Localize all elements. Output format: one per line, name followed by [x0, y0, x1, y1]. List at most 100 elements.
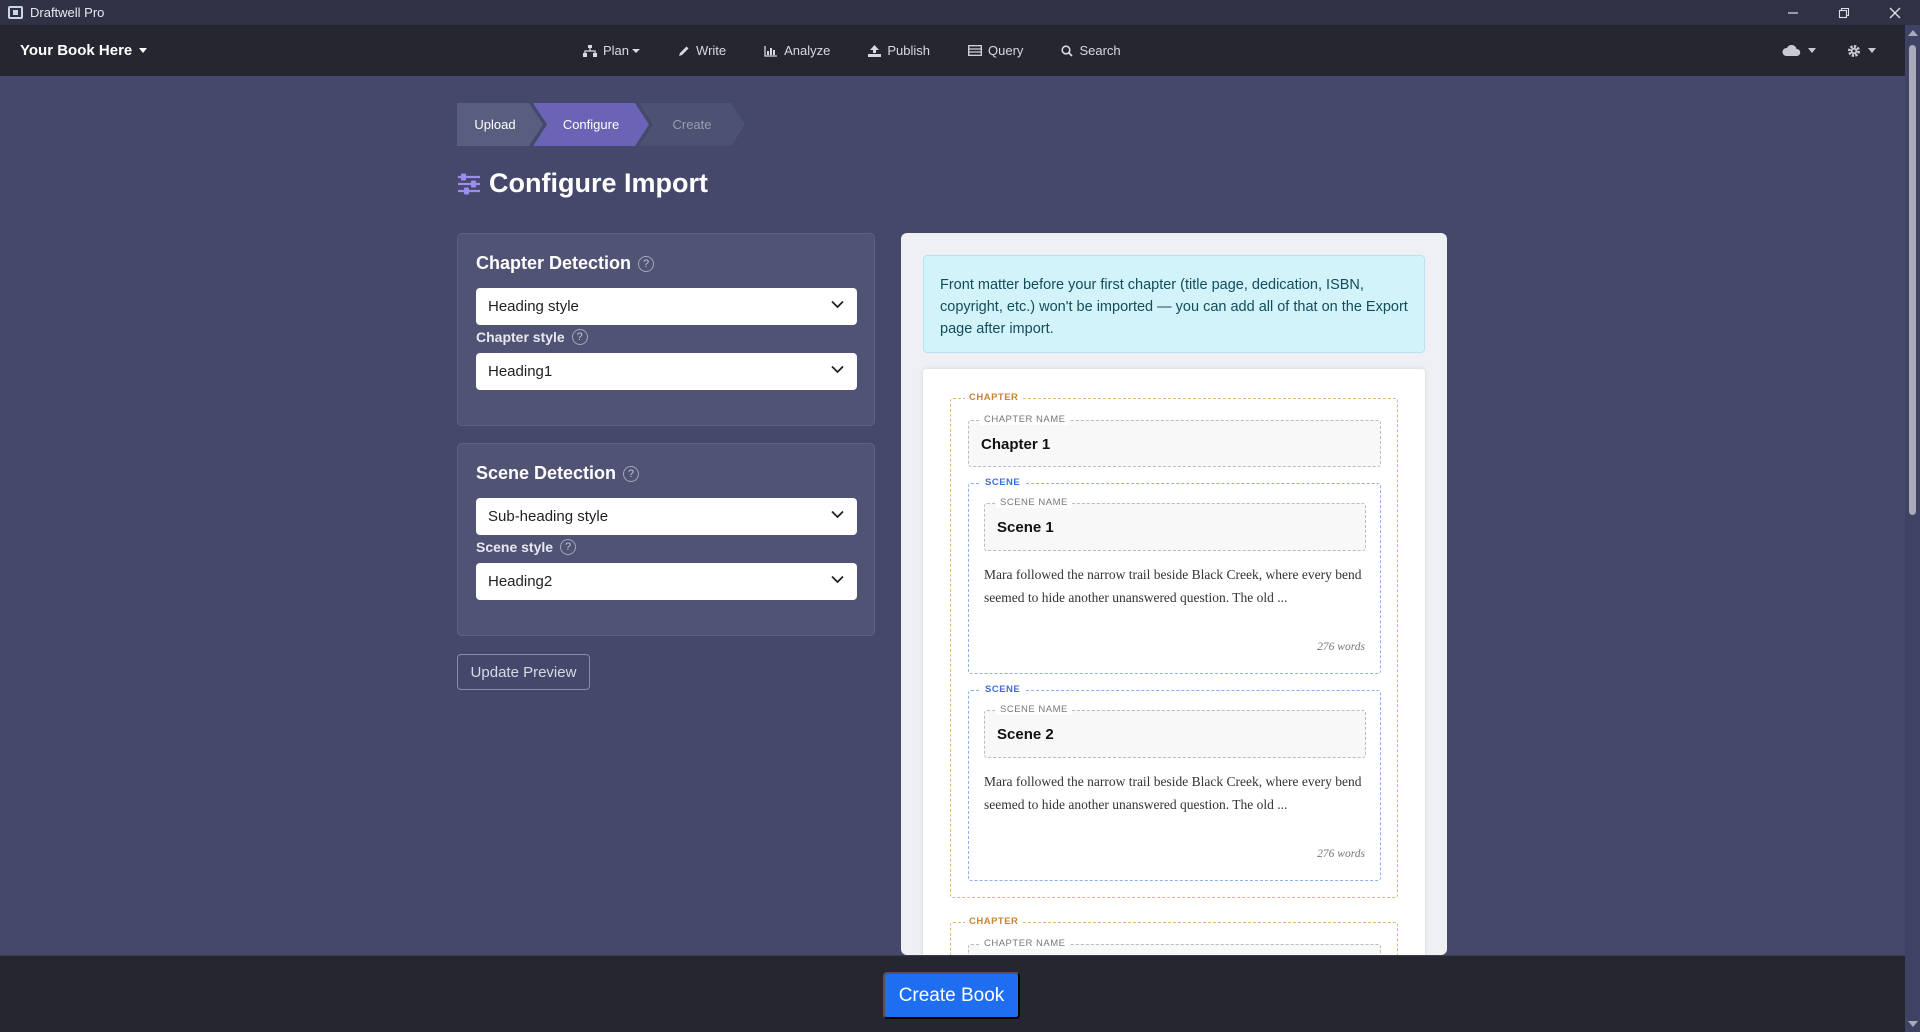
chevron-down-icon: [831, 365, 844, 374]
scene-block: SCENE SCENE NAME Scene 2 Mara followed t…: [968, 684, 1381, 881]
scene-detection-card: Scene Detection ? Sub-heading style Scen…: [457, 443, 875, 636]
import-preview-panel: Front matter before your first chapter (…: [901, 233, 1447, 955]
nav-write-label: Write: [696, 43, 727, 58]
nav-publish[interactable]: Publish: [868, 43, 930, 58]
main-nav: Plan Write Analyze Publish Query Search: [583, 25, 1159, 76]
search-icon: [1061, 44, 1074, 57]
chapter-name-box: CHAPTER NAME Chapter 1: [968, 414, 1381, 467]
import-stepper: Upload Configure Create: [457, 103, 745, 146]
nav-plan[interactable]: Plan: [583, 43, 641, 58]
help-icon[interactable]: ?: [623, 465, 640, 482]
nav-query[interactable]: Query: [968, 43, 1023, 58]
scene-detection-title: Scene Detection ?: [476, 463, 640, 484]
gear-icon: [1848, 44, 1860, 57]
scene-name: Scene 2: [997, 726, 1054, 743]
step-create: Create: [639, 103, 745, 146]
scene-word-count: 276 words: [1317, 641, 1365, 653]
chapter-style-select[interactable]: Heading1: [476, 353, 857, 390]
minimize-icon: [1788, 11, 1798, 14]
chevron-down-icon: [831, 300, 844, 309]
chevron-down-icon: [632, 48, 641, 53]
settings-menu[interactable]: [1847, 25, 1876, 76]
window-titlebar: Draftwell Pro: [0, 0, 1920, 25]
chevron-down-icon: [1808, 48, 1816, 53]
scene-word-count: 276 words: [1317, 848, 1365, 860]
close-button[interactable]: [1872, 0, 1918, 25]
nav-query-label: Query: [988, 43, 1024, 58]
chapter-detection-title-text: Chapter Detection: [476, 253, 632, 273]
scroll-down-icon[interactable]: [1908, 1021, 1918, 1027]
scene-name-legend: SCENE NAME: [996, 497, 1072, 508]
scene-name-box: SCENE NAME Scene 2: [984, 704, 1366, 758]
scene-method-value: Sub-heading style: [488, 508, 609, 525]
scene-name-box: SCENE NAME Scene 1: [984, 497, 1366, 551]
minimize-button[interactable]: [1770, 0, 1816, 25]
scene-style-select[interactable]: Heading2: [476, 563, 857, 600]
scene-legend: SCENE: [981, 477, 1025, 488]
cloud-icon: [1782, 44, 1801, 56]
create-book-button[interactable]: Create Book: [883, 972, 1020, 1019]
help-icon[interactable]: ?: [638, 255, 655, 272]
upload-icon: [868, 44, 882, 57]
scroll-up-icon[interactable]: [1908, 30, 1918, 36]
front-matter-notice: Front matter before your first chapter (…: [923, 255, 1425, 353]
help-icon[interactable]: ?: [560, 539, 577, 555]
sliders-icon: [458, 173, 480, 194]
step-configure-label: Configure: [562, 117, 620, 132]
chapter-legend: CHAPTER: [965, 392, 1023, 403]
chevron-down-icon: [1868, 48, 1876, 53]
chapter-method-value: Heading style: [488, 298, 579, 315]
page-title: Configure Import: [489, 168, 708, 198]
help-icon[interactable]: ?: [571, 329, 588, 345]
scene-legend: SCENE: [981, 684, 1025, 695]
chapter-legend: CHAPTER: [965, 916, 1023, 927]
chapter-style-value: Heading1: [488, 363, 553, 380]
chapter-method-select[interactable]: Heading style: [476, 288, 857, 325]
nav-analyze[interactable]: Analyze: [764, 43, 830, 58]
cloud-sync-menu[interactable]: [1781, 25, 1816, 76]
page-header: Configure Import: [457, 168, 708, 199]
book-title: Your Book Here: [20, 42, 133, 59]
chapter-style-label: Chapter style ?: [476, 329, 588, 345]
chapter-block: CHAPTER CHAPTER NAME: [950, 916, 1398, 955]
scene-name: Scene 1: [997, 519, 1054, 536]
nav-write[interactable]: Write: [678, 43, 726, 58]
pencil-icon: [679, 46, 689, 56]
scene-block: SCENE SCENE NAME Scene 1 Mara followed t…: [968, 477, 1381, 674]
chapter-style-label-text: Chapter style: [476, 329, 565, 345]
page-scrollbar[interactable]: [1905, 25, 1920, 1032]
chevron-down-icon: [139, 48, 148, 53]
chapter-detection-title: Chapter Detection ?: [476, 253, 655, 274]
table-icon: [968, 45, 982, 56]
preview-document: CHAPTER CHAPTER NAME Chapter 1 SCENE SCE…: [923, 369, 1425, 955]
restore-icon: [1838, 7, 1850, 18]
book-selector[interactable]: Your Book Here: [20, 25, 148, 76]
scrollbar-thumb[interactable]: [1909, 45, 1916, 515]
update-preview-button[interactable]: Update Preview: [457, 654, 590, 690]
scene-name-legend: SCENE NAME: [996, 704, 1072, 715]
nav-search-label: Search: [1079, 43, 1121, 58]
chapter-name: Chapter 1: [981, 436, 1051, 453]
chapter-detection-card: Chapter Detection ? Heading style Chapte…: [457, 233, 875, 426]
nav-plan-label: Plan: [603, 43, 630, 58]
window-title: Draftwell Pro: [30, 5, 105, 20]
scene-method-select[interactable]: Sub-heading style: [476, 498, 857, 535]
close-icon: [1889, 7, 1901, 18]
scene-excerpt: Mara followed the narrow trail beside Bl…: [984, 774, 1362, 812]
restore-button[interactable]: [1821, 0, 1867, 25]
step-create-label: Create: [672, 117, 712, 132]
nav-search[interactable]: Search: [1061, 43, 1121, 58]
step-configure[interactable]: Configure: [533, 103, 649, 146]
scene-detection-title-text: Scene Detection: [476, 463, 617, 483]
chapter-name-legend: CHAPTER NAME: [980, 938, 1070, 949]
chevron-down-icon: [831, 575, 844, 584]
nav-publish-label: Publish: [887, 43, 931, 58]
chapter-block: CHAPTER CHAPTER NAME Chapter 1 SCENE SCE…: [950, 392, 1398, 898]
top-navbar: Your Book Here Plan Write Analyze Publis…: [0, 25, 1920, 76]
app-logo-icon: [8, 6, 23, 19]
step-upload[interactable]: Upload: [457, 103, 543, 146]
bar-chart-icon: [764, 45, 778, 57]
chapter-name-legend: CHAPTER NAME: [980, 414, 1070, 425]
chapter-name-box: CHAPTER NAME: [968, 938, 1381, 955]
step-upload-label: Upload: [474, 117, 516, 132]
